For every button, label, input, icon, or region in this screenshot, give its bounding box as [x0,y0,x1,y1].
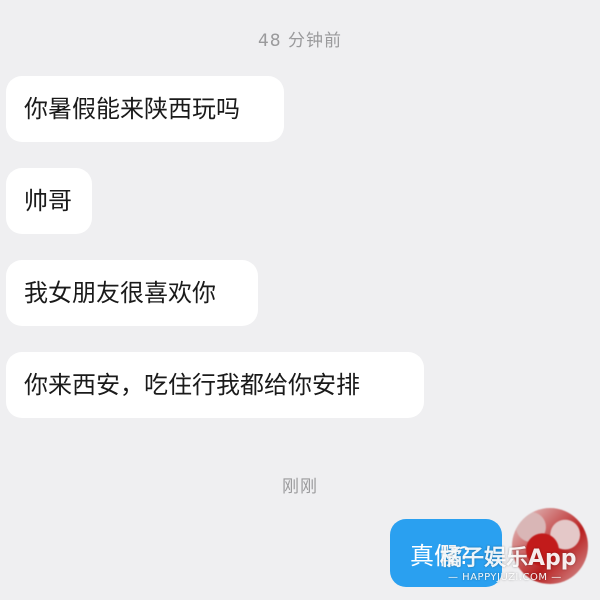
watermark-url: — HAPPYJUZI.COM — [448,572,562,583]
incoming-message-bubble[interactable]: 你暑假能来陕西玩吗 [6,76,284,142]
incoming-message-bubble[interactable]: 你来西安，吃住行我都给你安排 [6,352,424,418]
message-text: 你暑假能来陕西玩吗 [24,95,240,123]
message-text: 你来西安，吃住行我都给你安排 [24,371,360,399]
message-text: 我女朋友很喜欢你 [24,279,216,307]
incoming-message-bubble[interactable]: 帅哥 [6,168,92,234]
incoming-message-bubble[interactable]: 我女朋友很喜欢你 [6,260,258,326]
message-timestamp: 48 分钟前 [257,31,343,51]
message-text: 帅哥 [24,187,72,215]
message-timestamp: 刚刚 [282,477,318,497]
watermark-brand: 橘子娱乐App [440,546,577,571]
